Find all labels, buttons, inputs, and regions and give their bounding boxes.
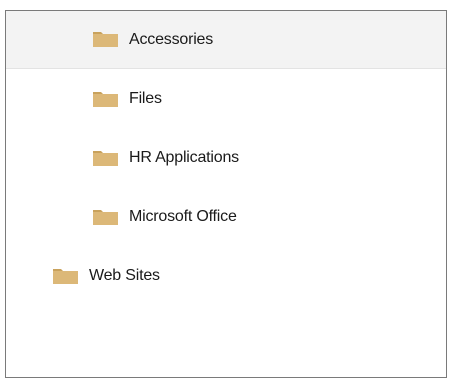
tree-item-files[interactable]: Files bbox=[6, 70, 446, 128]
tree-item-hr-applications[interactable]: HR Applications bbox=[6, 129, 446, 187]
folder-tree-panel: Accessories Files HR Applications Micros… bbox=[5, 10, 447, 378]
folder-icon bbox=[93, 32, 118, 47]
tree-item-label: Microsoft Office bbox=[129, 208, 237, 225]
tree-item-microsoft-office[interactable]: Microsoft Office bbox=[6, 188, 446, 246]
tree-item-label: HR Applications bbox=[129, 149, 239, 166]
folder-icon bbox=[93, 209, 118, 225]
tree-item-web-sites[interactable]: Web Sites bbox=[6, 247, 446, 305]
folder-icon bbox=[53, 268, 78, 284]
tree-item-accessories[interactable]: Accessories bbox=[6, 11, 446, 69]
tree-item-label: Web Sites bbox=[89, 267, 160, 284]
folder-icon bbox=[93, 150, 118, 166]
tree-item-label: Accessories bbox=[129, 30, 214, 48]
tree-item-label: Files bbox=[129, 90, 162, 107]
folder-icon bbox=[93, 91, 118, 107]
